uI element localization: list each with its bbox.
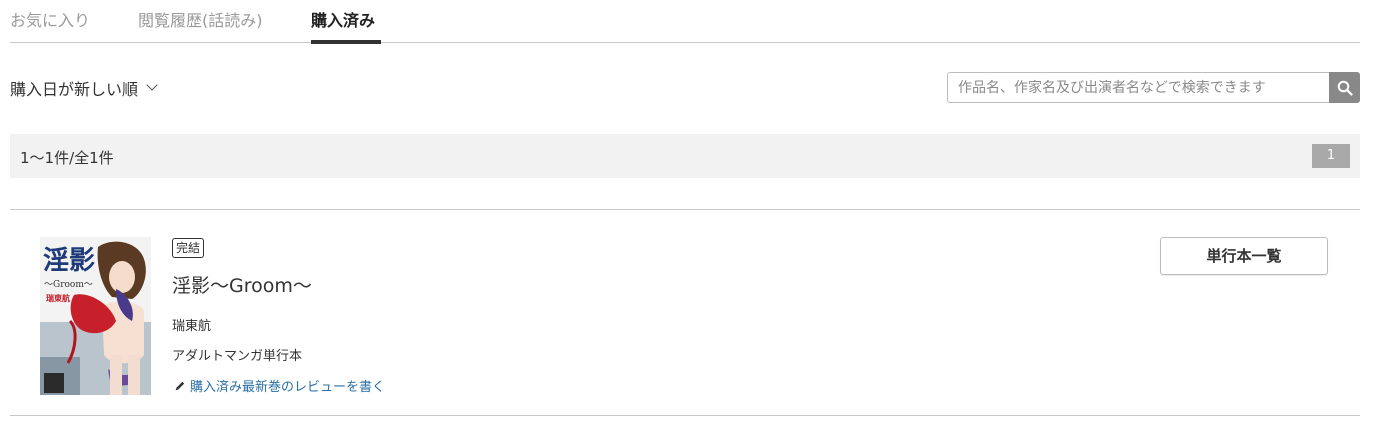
sort-dropdown[interactable]: 購入日が新しい順 xyxy=(10,76,158,100)
result-count: 1〜1件/全1件 xyxy=(20,149,114,167)
cover-image[interactable]: 淫影 〜Groom〜 瑞東航 xyxy=(40,237,151,395)
search-icon xyxy=(1337,80,1353,96)
chevron-down-icon xyxy=(146,79,158,91)
tab-browse-history[interactable]: 閲覧履歴(話読み) xyxy=(138,7,263,31)
write-review-link-label: 購入済み最新巻のレビューを書く xyxy=(190,380,386,395)
search-input[interactable] xyxy=(947,72,1329,103)
volumes-list-button[interactable]: 単行本一覧 xyxy=(1160,237,1328,275)
item-genre: アダルトマンガ単行本 xyxy=(172,349,303,364)
cover-title-text: 淫影 xyxy=(43,246,95,276)
list-divider-top xyxy=(10,209,1360,210)
pagination-page-button[interactable]: 1 xyxy=(1312,144,1350,168)
write-review-link[interactable]: 購入済み最新巻のレビューを書く xyxy=(174,376,385,395)
sort-label: 購入日が新しい順 xyxy=(10,80,139,99)
list-divider-bottom xyxy=(10,415,1360,416)
search-box xyxy=(947,72,1360,103)
purchased-list-page: お気に入り 閲覧履歴(話読み) 購入済み 購入日が新しい順 1〜1件/全1件 1 xyxy=(0,0,1376,434)
search-button[interactable] xyxy=(1329,72,1360,103)
pencil-icon xyxy=(175,381,185,390)
item-author[interactable]: 瑞東航 xyxy=(172,315,211,334)
tab-purchased[interactable]: 購入済み xyxy=(311,7,381,44)
status-badge-completed: 完結 xyxy=(172,238,205,258)
result-summary-bar: 1〜1件/全1件 1 xyxy=(10,134,1360,178)
cover-subtitle-text: 〜Groom〜 xyxy=(44,280,93,290)
cover-author-text: 瑞東航 xyxy=(46,293,70,303)
tab-favorites[interactable]: お気に入り xyxy=(10,7,90,31)
tab-bar: お気に入り 閲覧履歴(話読み) 購入済み xyxy=(10,0,1360,44)
item-title[interactable]: 淫影〜Groom〜 xyxy=(172,271,312,298)
